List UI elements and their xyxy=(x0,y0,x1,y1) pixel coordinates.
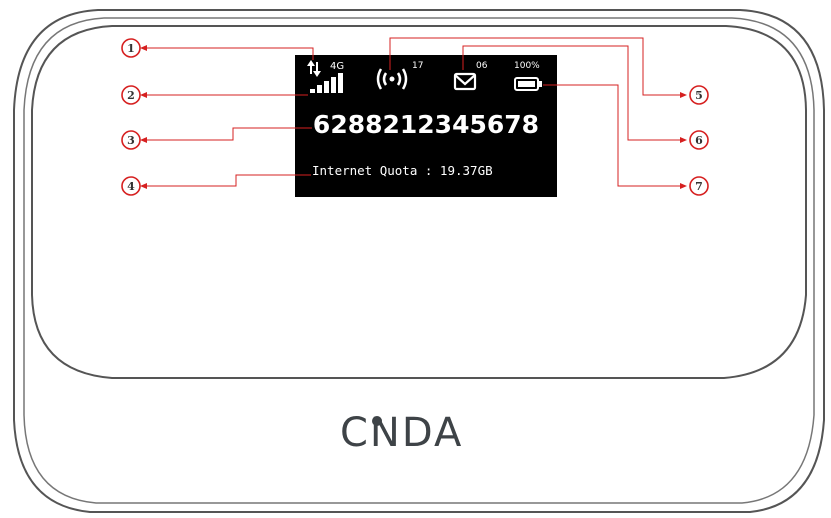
brand-logo: CNDA xyxy=(340,410,464,456)
device-diagram: 4G 17 06 100% 6288212345678 Internet Quo… xyxy=(0,0,831,518)
